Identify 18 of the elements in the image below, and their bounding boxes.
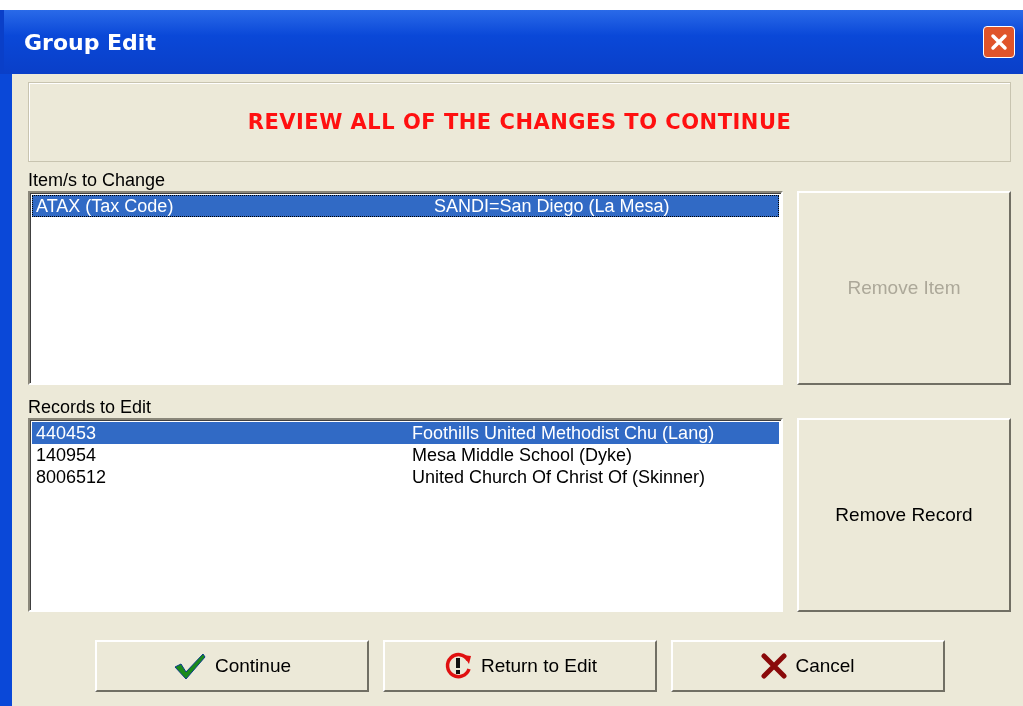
list-label: Records to Edit	[28, 397, 152, 418]
list-item[interactable]: 140954 Mesa Middle School (Dyke)	[32, 444, 779, 466]
banner-text: REVIEW ALL OF THE CHANGES TO CONTINUE	[247, 110, 792, 134]
return-button[interactable]: Return to Edit	[383, 640, 657, 692]
list-item[interactable]: ATAX (Tax Code) SANDI=San Diego (La Mesa)	[32, 195, 779, 217]
checkmark-icon	[172, 651, 207, 681]
records-list[interactable]: 440453 Foothills United Methodist Chu (Lang) 140954 Mesa Middle School (Dyke) 8006512 United Church Of Christ Of (Skinner)	[28, 418, 783, 612]
continue-button[interactable]: Continue	[95, 640, 369, 692]
list-item[interactable]: 8006512 United Church Of Christ Of (Skinner)	[32, 466, 779, 488]
window-title: Group Edit	[24, 29, 156, 55]
close-button[interactable]	[983, 26, 1015, 58]
items-list[interactable]: ATAX (Tax Code) SANDI=San Diego (La Mesa)	[28, 191, 783, 385]
list-item[interactable]: 440453 Foothills United Methodist Chu (Lang)	[32, 422, 779, 444]
cancel-button[interactable]: Cancel	[671, 640, 945, 692]
list-label: Item/s to Change	[28, 170, 166, 191]
close-icon	[989, 32, 1009, 52]
x-mark-icon	[761, 653, 788, 679]
remove-record-button[interactable]: Remove Record	[797, 418, 1011, 612]
